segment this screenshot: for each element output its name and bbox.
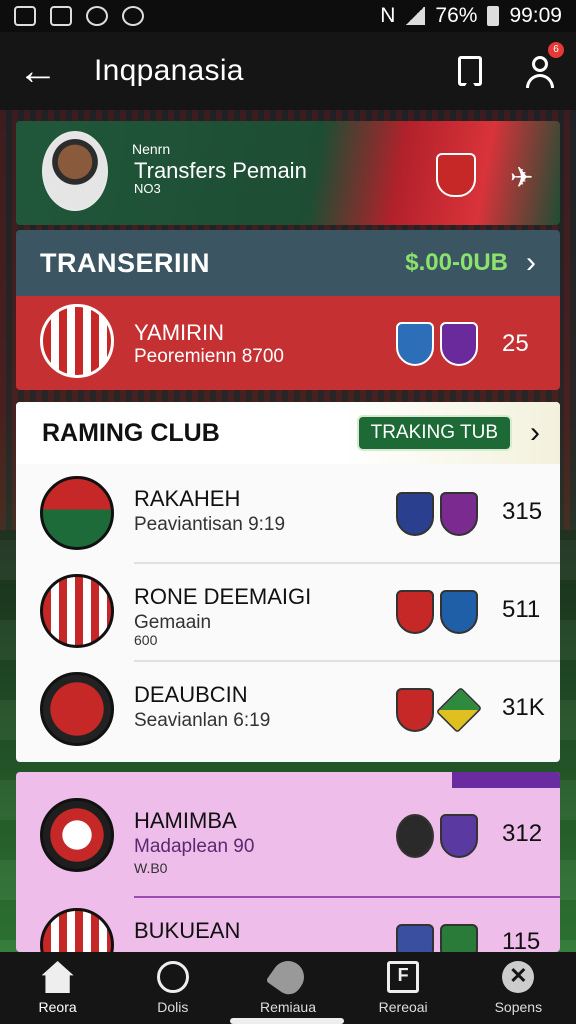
- page-title: Inqpanasia: [94, 54, 244, 87]
- team-badge-icon: [440, 590, 478, 634]
- signal-icon: [405, 7, 426, 25]
- club-sub: Peoremienn 8700: [134, 346, 284, 367]
- list-item[interactable]: RONE DEEMAIGI Gemaain 600 511: [16, 564, 560, 662]
- club-logo: [40, 672, 114, 746]
- club-logo: [40, 798, 114, 872]
- club-logo: [40, 476, 114, 550]
- status-bar: N 76% 99:09: [0, 0, 576, 32]
- club-logo: [40, 304, 114, 378]
- club-value: 115: [502, 928, 541, 952]
- nav-label: Remiaua: [259, 999, 316, 1015]
- ranking-header: RAMING CLUB TRAKING TUB ›: [16, 402, 560, 464]
- club-value: 25: [502, 330, 529, 357]
- circle-icon: [156, 961, 189, 993]
- team-badge-icon: [396, 590, 434, 634]
- share-icon[interactable]: ✈: [510, 161, 533, 194]
- team-badge-icon: [440, 814, 478, 858]
- team-badge-icon: [396, 322, 434, 366]
- chevron-right-icon[interactable]: ›: [526, 246, 536, 280]
- club-name: DEAUBCIN: [134, 682, 248, 707]
- team-badge-icon: [396, 924, 434, 952]
- club-logo: [40, 574, 114, 648]
- transfer-amount: $.00-0UB: [405, 249, 508, 276]
- x-icon: ✕: [502, 961, 535, 993]
- o-app-icon: [86, 6, 108, 26]
- f-icon: F: [387, 961, 420, 993]
- nav-label: Sopens: [494, 999, 543, 1015]
- team-badge-icon: [435, 686, 483, 734]
- home-icon: [41, 961, 74, 993]
- image-icon: [50, 6, 72, 26]
- list-item[interactable]: RAKAHEH Peaviantisan 9:19 315: [16, 466, 560, 564]
- nav-item-remiaua[interactable]: Remiaua: [238, 954, 338, 1015]
- team-badge-icon: [440, 322, 478, 366]
- club-name: YAMIRIN: [134, 320, 225, 345]
- nav-label: Rereoai: [378, 999, 428, 1015]
- club-value: 315: [502, 498, 543, 525]
- nav-item-dolis[interactable]: Dolis: [123, 961, 223, 1015]
- club-sub: Peaviantisan 9:19: [134, 514, 286, 535]
- club-name: RONE DEEMAIGI: [134, 584, 312, 609]
- transfer-card: TRANSERIIN $.00-0UB › YAMIRIN Peoremienn…: [16, 230, 560, 390]
- transfer-row[interactable]: YAMIRIN Peoremienn 8700 25: [16, 296, 560, 390]
- nav-label: Dolis: [157, 999, 189, 1015]
- club-value: 511: [502, 596, 541, 623]
- list-item[interactable]: BUKUEAN 115: [16, 898, 560, 952]
- club-sub: Seavianlan 6:19: [134, 710, 271, 731]
- transfer-title: TRANSERIIN: [40, 247, 211, 278]
- ranking-club-card: RAMING CLUB TRAKING TUB › RAKAHEH Peavia…: [16, 402, 560, 762]
- g-app-icon: [122, 6, 144, 26]
- accent-stripe: [452, 772, 560, 788]
- nav-item-sopens[interactable]: ✕ Sopens: [468, 961, 568, 1015]
- profile-icon[interactable]: 6: [524, 42, 564, 88]
- bookmark-icon[interactable]: [458, 56, 482, 86]
- club-sub: Madaplean 90: [134, 836, 255, 857]
- team-badge-icon: [396, 492, 434, 536]
- network-indicator: N: [380, 4, 396, 27]
- tracking-button[interactable]: TRAKING TUB: [356, 415, 512, 451]
- battery-percent: 76%: [435, 4, 478, 27]
- club-sub-secondary: 600: [134, 632, 158, 648]
- nav-item-home[interactable]: Reora: [8, 961, 108, 1015]
- gallery-icon: [14, 6, 36, 26]
- nav-item-rereoai[interactable]: F Rereoai: [353, 961, 453, 1015]
- player-avatar: [42, 131, 108, 211]
- club-name: HAMIMBA: [134, 808, 237, 833]
- team-badge-icon: [396, 814, 434, 858]
- club-logo: [40, 908, 114, 952]
- club-crest-icon: [436, 153, 476, 197]
- club-value: 312: [502, 820, 543, 847]
- club-name: BUKUEAN: [134, 918, 241, 943]
- transfer-header[interactable]: TRANSERIIN $.00-0UB ›: [16, 230, 560, 296]
- hero-subtitle: NO3: [134, 181, 161, 196]
- pen-icon: [265, 954, 311, 1000]
- team-badge-icon: [396, 688, 434, 732]
- notification-badge: 6: [548, 42, 564, 58]
- transfer-hero-card[interactable]: Nenrn Transfers Pemain NO3 ✈: [16, 121, 560, 225]
- chevron-right-icon[interactable]: ›: [530, 416, 540, 450]
- app-bar: ← Inqpanasia 6: [0, 32, 576, 110]
- battery-icon: [487, 6, 500, 26]
- back-arrow-icon[interactable]: ←: [18, 49, 72, 94]
- club-value: 31K: [502, 694, 545, 721]
- bottom-navigation: Reora Dolis Remiaua F Rereoai ✕ Sopens: [0, 952, 576, 1024]
- nav-label: Reora: [38, 999, 77, 1015]
- clock: 99:09: [509, 4, 562, 27]
- club-sub: Gemaain: [134, 612, 212, 633]
- club-list-card: HAMIMBA Madaplean 90 W.B0 312 BUKUEAN 11…: [16, 772, 560, 952]
- team-badge-icon: [440, 492, 478, 536]
- club-sub-secondary: W.B0: [134, 860, 168, 876]
- hero-small-label: Nenrn: [132, 141, 171, 157]
- ranking-title: RAMING CLUB: [42, 418, 220, 447]
- list-item[interactable]: DEAUBCIN Seavianlan 6:19 31K: [16, 662, 560, 760]
- list-item[interactable]: HAMIMBA Madaplean 90 W.B0 312: [16, 788, 560, 886]
- home-indicator: [230, 1018, 344, 1024]
- club-name: RAKAHEH: [134, 486, 241, 511]
- team-badge-icon: [440, 924, 478, 952]
